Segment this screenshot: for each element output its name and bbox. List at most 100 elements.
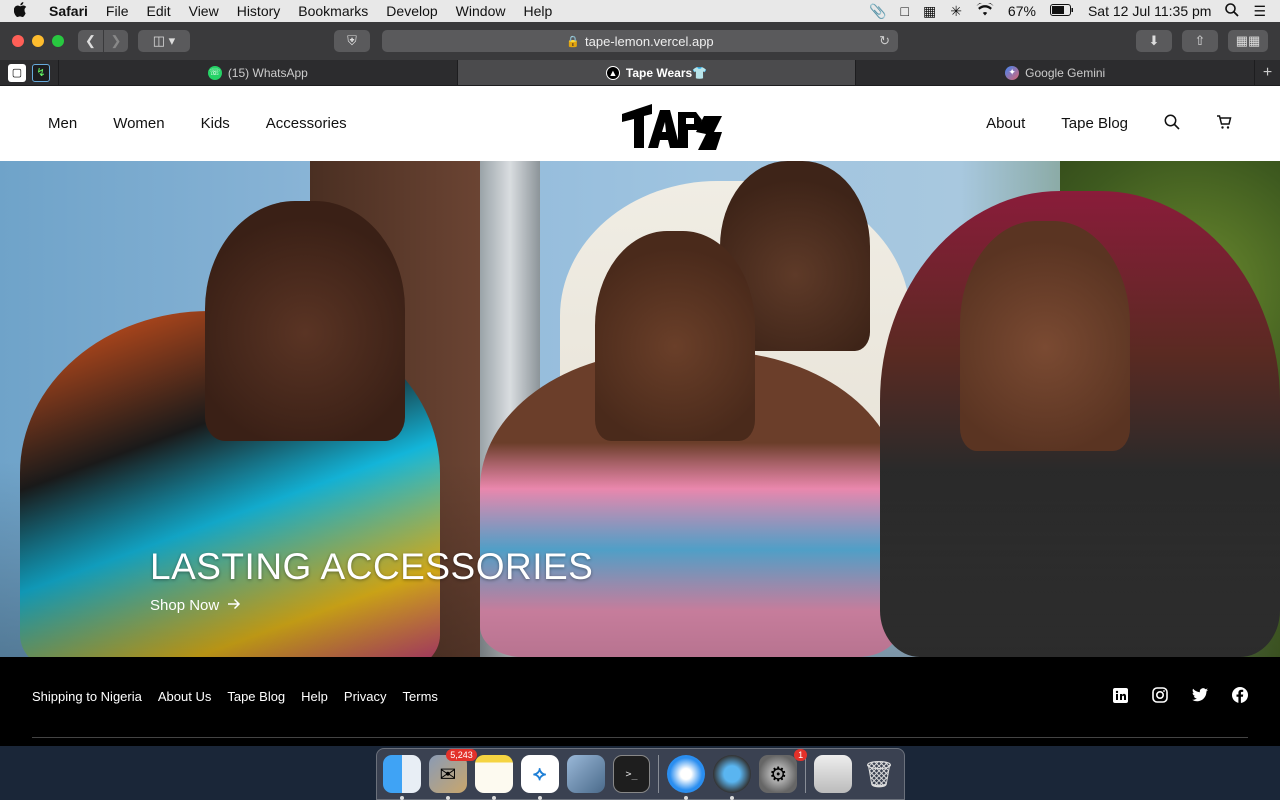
sidebar-icon: ◫ ▾ bbox=[152, 33, 176, 48]
paperclip-icon[interactable]: 📎 bbox=[869, 3, 886, 20]
back-button[interactable]: ❮ bbox=[78, 30, 104, 52]
close-window-button[interactable] bbox=[12, 35, 24, 47]
shop-now-link[interactable]: Shop Now bbox=[150, 597, 241, 614]
chevron-right-icon: ❯ bbox=[110, 33, 122, 48]
nav-women[interactable]: Women bbox=[113, 115, 164, 132]
sidebar-toggle-button[interactable]: ◫ ▾ bbox=[138, 30, 190, 52]
hero-title: LASTING ACCESSORIES bbox=[150, 546, 594, 587]
running-indicator bbox=[445, 796, 450, 800]
site-header: Men Women Kids Accessories About Tape Bl… bbox=[0, 86, 1280, 161]
menu-help[interactable]: Help bbox=[514, 3, 561, 19]
web-page: Men Women Kids Accessories About Tape Bl… bbox=[0, 86, 1280, 746]
search-icon[interactable] bbox=[1164, 114, 1180, 134]
tape-logo[interactable] bbox=[622, 102, 722, 152]
footer-blog-link[interactable]: Tape Blog bbox=[227, 689, 285, 704]
mail-icon[interactable]: ✉ 5,243 bbox=[428, 749, 477, 800]
menu-bar: Safari File Edit View History Bookmarks … bbox=[0, 0, 1280, 22]
menu-view[interactable]: View bbox=[180, 3, 228, 19]
nav-kids[interactable]: Kids bbox=[201, 115, 230, 132]
facebook-icon[interactable] bbox=[1232, 687, 1248, 703]
primary-nav: Men Women Kids Accessories bbox=[48, 115, 347, 132]
arrow-right-icon bbox=[227, 597, 241, 614]
new-tab-button[interactable]: + bbox=[1254, 60, 1280, 85]
share-button[interactable]: ⇧ bbox=[1182, 30, 1218, 52]
footer-help-link[interactable]: Help bbox=[301, 689, 328, 704]
download-icon: ⬇ bbox=[1148, 33, 1160, 48]
linkedin-icon[interactable] bbox=[1112, 687, 1128, 703]
menu-history[interactable]: History bbox=[228, 3, 290, 19]
zoom-window-button[interactable] bbox=[52, 35, 64, 47]
pinned-tab-2-icon[interactable]: ↯ bbox=[32, 63, 50, 82]
footer-divider bbox=[32, 737, 1248, 738]
hero-banner: LASTING ACCESSORIES Shop Now bbox=[0, 161, 1280, 657]
menu-window[interactable]: Window bbox=[447, 3, 515, 19]
twitter-icon[interactable] bbox=[1192, 687, 1208, 703]
battery-icon[interactable] bbox=[1049, 3, 1074, 19]
tab-overview-button[interactable]: ▦▦ bbox=[1228, 30, 1268, 52]
dock: ✉ 5,243 ⟡ >_ ⚙ 1 🗑 bbox=[376, 748, 905, 800]
menu-develop[interactable]: Develop bbox=[377, 3, 446, 19]
wifi-icon[interactable] bbox=[976, 1, 994, 19]
nav-tape-blog[interactable]: Tape Blog bbox=[1061, 115, 1128, 132]
site-footer: Shipping to Nigeria About Us Tape Blog H… bbox=[0, 657, 1280, 746]
mail-badge: 5,243 bbox=[446, 749, 477, 761]
preview-icon[interactable] bbox=[566, 755, 605, 793]
nav-about[interactable]: About bbox=[986, 115, 1025, 132]
bluetooth-icon[interactable]: ✳ bbox=[950, 3, 962, 20]
secondary-nav: About Tape Blog bbox=[986, 114, 1232, 134]
tab-title: Google Gemini bbox=[1025, 65, 1106, 80]
battery-percent[interactable]: 67% bbox=[1008, 3, 1036, 19]
spotlight-search-icon[interactable] bbox=[1225, 2, 1240, 20]
grid-icon: ▦▦ bbox=[1235, 33, 1261, 48]
footer-about-link[interactable]: About Us bbox=[158, 689, 211, 704]
settings-badge: 1 bbox=[794, 749, 808, 761]
terminal-icon[interactable]: >_ bbox=[612, 755, 651, 793]
menu-bookmarks[interactable]: Bookmarks bbox=[289, 3, 377, 19]
quicktime-icon[interactable] bbox=[713, 755, 752, 800]
social-links bbox=[1112, 687, 1248, 703]
nav-men[interactable]: Men bbox=[48, 115, 77, 132]
nav-buttons: ❮ ❯ bbox=[78, 30, 128, 52]
downloads-stack-icon[interactable] bbox=[814, 755, 853, 793]
window-controls bbox=[12, 35, 64, 47]
downloads-button[interactable]: ⬇ bbox=[1136, 30, 1172, 52]
footer-terms-link[interactable]: Terms bbox=[403, 689, 438, 704]
apple-menu-icon[interactable] bbox=[0, 1, 40, 21]
nav-accessories[interactable]: Accessories bbox=[266, 115, 347, 132]
trash-icon[interactable]: 🗑 bbox=[860, 755, 898, 793]
tab-tape-wears[interactable]: ▲ Tape Wears👕 bbox=[456, 60, 856, 85]
minimize-window-button[interactable] bbox=[32, 35, 44, 47]
menu-safari[interactable]: Safari bbox=[40, 3, 97, 19]
footer-privacy-link[interactable]: Privacy bbox=[344, 689, 387, 704]
calendar-icon[interactable]: ▦ bbox=[923, 3, 936, 20]
shield-icon: ⛨ bbox=[347, 33, 357, 48]
tab-whatsapp[interactable]: ☏ (15) WhatsApp bbox=[58, 60, 457, 85]
footer-shipping-link[interactable]: Shipping to Nigeria bbox=[32, 689, 142, 704]
forward-button[interactable]: ❯ bbox=[104, 30, 128, 52]
privacy-report-button[interactable]: ⛨ bbox=[334, 30, 370, 52]
finder-icon[interactable] bbox=[383, 755, 421, 800]
tab-title: (15) WhatsApp bbox=[227, 65, 308, 80]
tab-title: Tape Wears👕 bbox=[625, 65, 708, 80]
reload-icon[interactable]: ↻ bbox=[879, 33, 890, 49]
instagram-icon[interactable] bbox=[1152, 687, 1168, 703]
safari-icon[interactable] bbox=[667, 755, 706, 800]
clock[interactable]: Sat 12 Jul 11:35 pm bbox=[1088, 3, 1211, 19]
dock-separator bbox=[805, 755, 807, 793]
running-indicator bbox=[684, 796, 689, 800]
vscode-icon[interactable]: ⟡ bbox=[520, 755, 559, 800]
tab-gemini[interactable]: ✦ Google Gemini bbox=[855, 60, 1254, 85]
gemini-icon: ✦ bbox=[1005, 65, 1020, 80]
tape-icon: ▲ bbox=[605, 65, 620, 80]
menu-edit[interactable]: Edit bbox=[137, 3, 179, 19]
pinned-tab-1-icon[interactable]: ▢ bbox=[8, 63, 26, 82]
cart-icon[interactable] bbox=[1216, 114, 1232, 134]
display-icon[interactable]: □ bbox=[900, 3, 908, 19]
system-preferences-icon[interactable]: ⚙ 1 bbox=[759, 749, 808, 793]
menu-file[interactable]: File bbox=[97, 3, 138, 19]
shop-now-label: Shop Now bbox=[150, 597, 220, 614]
address-bar[interactable]: 🔒 tape-lemon.vercel.app ↻ bbox=[382, 30, 898, 52]
url-text: tape-lemon.vercel.app bbox=[585, 33, 714, 49]
control-center-icon[interactable]: ☰ bbox=[1253, 3, 1266, 20]
notes-icon[interactable] bbox=[474, 755, 513, 800]
